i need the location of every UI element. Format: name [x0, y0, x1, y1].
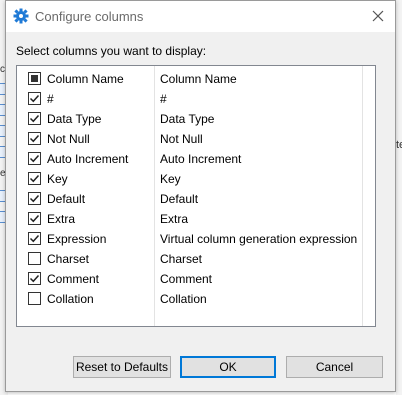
- checkmark-icon: [29, 234, 40, 243]
- column-description-cell: Collation: [160, 292, 207, 306]
- table-header-row: Column Name Column Name: [17, 68, 375, 88]
- table-row[interactable]: Key Key: [17, 168, 375, 188]
- column-description-cell: Default: [160, 192, 199, 206]
- column-checkbox[interactable]: [28, 252, 41, 265]
- column-description-cell: Auto Increment: [160, 152, 242, 166]
- column-description-cell: Data Type: [160, 112, 215, 126]
- header-column-name: Column Name: [47, 72, 124, 86]
- configure-columns-dialog: Configure columns Select columns you wan…: [5, 0, 396, 392]
- table-row[interactable]: Auto Increment Auto Increment: [17, 148, 375, 168]
- indeterminate-icon: [31, 75, 38, 82]
- header-column-description: Column Name: [160, 72, 237, 86]
- dialog-title: Configure columns: [35, 9, 144, 24]
- column-checkbox[interactable]: [28, 152, 41, 165]
- column-checkbox[interactable]: [28, 292, 41, 305]
- column-checkbox[interactable]: [28, 172, 41, 185]
- background-app-right-edge: te: [396, 0, 402, 395]
- table-row[interactable]: Not Null Not Null: [17, 128, 375, 148]
- column-checkbox[interactable]: [28, 192, 41, 205]
- table-row[interactable]: Data Type Data Type: [17, 108, 375, 128]
- column-description-cell: #: [160, 92, 167, 106]
- column-checkbox[interactable]: [28, 212, 41, 225]
- column-description-cell: Comment: [160, 272, 213, 286]
- column-name-cell: Collation: [47, 292, 94, 306]
- column-name-cell: Auto Increment: [47, 152, 129, 166]
- table-row[interactable]: # #: [17, 88, 375, 108]
- table-row[interactable]: Charset Charset: [17, 248, 375, 268]
- column-checkbox[interactable]: [28, 132, 41, 145]
- close-button[interactable]: [369, 7, 387, 25]
- columns-table: Column Name Column Name # # Data Type Data …: [16, 65, 376, 327]
- column-name-cell: Charset: [47, 252, 90, 266]
- column-description-cell: Not Null: [160, 132, 203, 146]
- checkmark-icon: [29, 114, 40, 123]
- reset-defaults-button[interactable]: Reset to Defaults: [73, 356, 171, 378]
- checkmark-icon: [29, 274, 40, 283]
- gear-icon: [13, 8, 29, 24]
- column-description-cell: Extra: [160, 212, 189, 226]
- table-row[interactable]: Default Default: [17, 188, 375, 208]
- column-checkbox[interactable]: [28, 272, 41, 285]
- instruction-label: Select columns you want to display:: [16, 44, 207, 58]
- checkmark-icon: [29, 194, 40, 203]
- checkmark-icon: [29, 94, 40, 103]
- column-description-cell: Virtual column generation expression: [160, 232, 358, 246]
- column-checkbox[interactable]: [28, 92, 41, 105]
- column-name-cell: Default: [47, 192, 86, 206]
- column-checkbox[interactable]: [28, 112, 41, 125]
- select-all-checkbox[interactable]: [28, 72, 41, 85]
- column-name-cell: Key: [47, 172, 68, 186]
- table-row[interactable]: Extra Extra: [17, 208, 375, 228]
- column-description-cell: Charset: [160, 252, 203, 266]
- cancel-button[interactable]: Cancel: [286, 356, 383, 378]
- checkmark-icon: [29, 154, 40, 163]
- table-row[interactable]: Collation Collation: [17, 288, 375, 308]
- title-bar[interactable]: Configure columns: [6, 1, 395, 32]
- column-name-cell: Extra: [47, 212, 76, 226]
- column-checkbox[interactable]: [28, 232, 41, 245]
- column-name-cell: Comment: [47, 272, 100, 286]
- ok-button[interactable]: OK: [180, 356, 276, 378]
- checkmark-icon: [29, 214, 40, 223]
- checkmark-icon: [29, 134, 40, 143]
- table-row[interactable]: Expression Virtual column generation expr…: [17, 228, 375, 248]
- table-row[interactable]: Comment Comment: [17, 268, 375, 288]
- close-icon: [372, 10, 384, 22]
- column-name-cell: Data Type: [47, 112, 102, 126]
- column-description-cell: Key: [160, 172, 181, 186]
- column-name-cell: #: [47, 92, 54, 106]
- column-name-cell: Expression: [47, 232, 107, 246]
- background-app-text: te: [396, 139, 402, 151]
- checkmark-icon: [29, 174, 40, 183]
- column-name-cell: Not Null: [47, 132, 90, 146]
